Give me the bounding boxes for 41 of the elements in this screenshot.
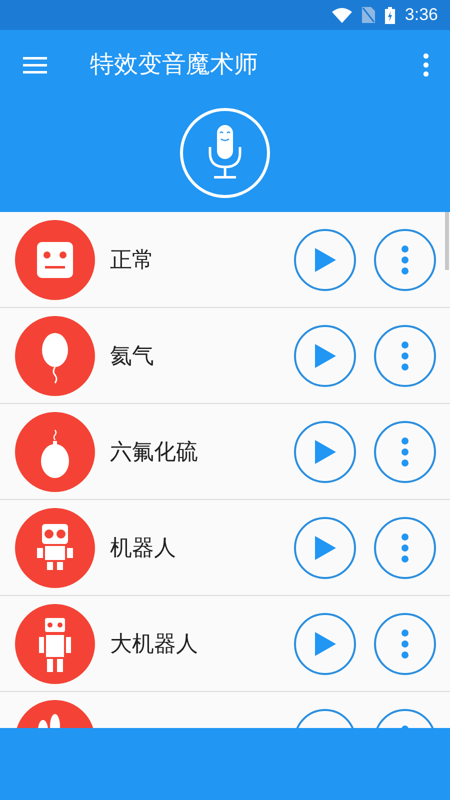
play-icon bbox=[313, 630, 337, 656]
more-options-button[interactable] bbox=[374, 228, 436, 290]
robot-face-avatar-icon bbox=[15, 220, 95, 300]
play-icon bbox=[313, 246, 337, 272]
play-button[interactable] bbox=[294, 228, 356, 290]
effect-name: 机器人 bbox=[110, 534, 176, 562]
more-icon bbox=[401, 340, 409, 370]
play-button[interactable] bbox=[294, 612, 356, 674]
menu-icon bbox=[23, 56, 47, 74]
play-button[interactable] bbox=[294, 324, 356, 386]
balloon-avatar-icon bbox=[15, 412, 95, 492]
overflow-menu-button[interactable] bbox=[422, 52, 430, 78]
play-button[interactable] bbox=[294, 516, 356, 578]
more-icon bbox=[401, 244, 409, 274]
robot-avatar-icon bbox=[15, 508, 95, 588]
battery-charging-icon bbox=[384, 6, 395, 24]
microphone-icon bbox=[208, 125, 242, 181]
more-options-button[interactable] bbox=[374, 324, 436, 386]
play-icon bbox=[313, 534, 337, 560]
more-options-button[interactable] bbox=[374, 612, 436, 674]
record-button[interactable] bbox=[180, 108, 270, 198]
robot-avatar-icon bbox=[15, 604, 95, 684]
play-icon bbox=[313, 438, 337, 464]
play-icon bbox=[313, 342, 337, 368]
more-icon bbox=[401, 628, 409, 658]
effect-name: 六氟化硫 bbox=[110, 438, 198, 466]
wifi-icon bbox=[332, 8, 352, 22]
balloon-avatar-icon bbox=[15, 316, 95, 396]
more-icon bbox=[401, 436, 409, 466]
app-title: 特效变音魔术师 bbox=[90, 50, 258, 80]
effect-name: 氦气 bbox=[110, 342, 154, 370]
play-button[interactable] bbox=[294, 420, 356, 482]
more-options-button[interactable] bbox=[374, 516, 436, 578]
status-time: 3:36 bbox=[404, 4, 438, 26]
effect-name: 正常 bbox=[110, 246, 154, 274]
effect-name: 大机器人 bbox=[110, 630, 198, 658]
menu-button[interactable] bbox=[22, 55, 48, 75]
more-icon bbox=[401, 532, 409, 562]
no-sim-icon bbox=[362, 7, 375, 23]
more-options-button[interactable] bbox=[374, 420, 436, 482]
more-icon bbox=[423, 53, 429, 77]
